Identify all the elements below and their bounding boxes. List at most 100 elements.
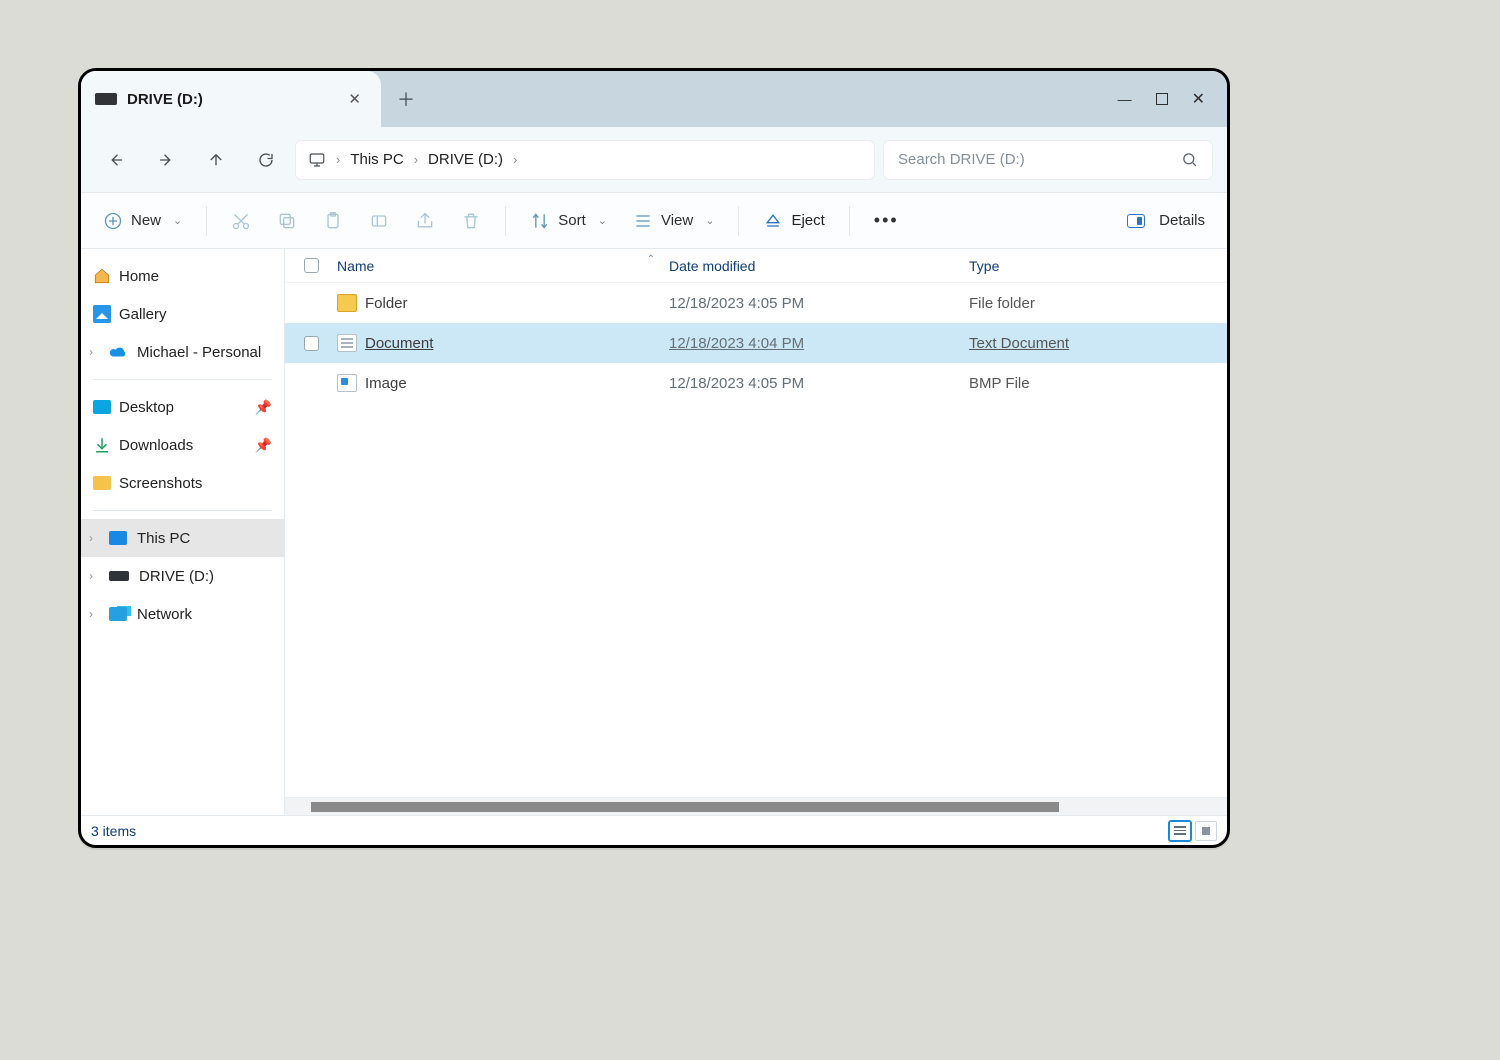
file-row[interactable]: Folder 12/18/2023 4:05 PMFile folder — [285, 283, 1227, 323]
file-date: 12/18/2023 4:05 PM — [669, 375, 969, 392]
new-tab-button[interactable]: ＋ — [381, 71, 431, 127]
eject-icon — [763, 211, 783, 231]
drive-icon — [109, 571, 129, 581]
item-count: 3 items — [91, 823, 136, 839]
details-pane-button[interactable]: Details — [1119, 206, 1213, 235]
copy-button[interactable] — [269, 205, 305, 237]
column-label: Type — [969, 258, 999, 274]
sidebar-item-network[interactable]: › Network — [81, 595, 284, 633]
thumbnails-view-button[interactable] — [1195, 821, 1217, 841]
gallery-icon — [93, 305, 111, 323]
share-button[interactable] — [407, 205, 443, 237]
minimize-button[interactable]: — — [1118, 91, 1132, 107]
chevron-down-icon: ⌄ — [173, 214, 182, 227]
column-label: Name — [337, 258, 374, 274]
maximize-button[interactable] — [1156, 93, 1168, 105]
file-row[interactable]: Document12/18/2023 4:04 PMText Document — [285, 323, 1227, 363]
sidebar-label: This PC — [137, 530, 190, 547]
paste-button[interactable] — [315, 205, 351, 237]
file-list: Name ⌃ Date modified Type Folder 12/18/20… — [285, 249, 1227, 815]
desktop-icon — [93, 400, 111, 414]
sidebar-item-drive[interactable]: › DRIVE (D:) — [81, 557, 284, 595]
sidebar-item-screenshots[interactable]: Screenshots — [81, 464, 284, 502]
chevron-down-icon: ⌄ — [598, 214, 607, 227]
refresh-button[interactable] — [245, 142, 287, 178]
new-button[interactable]: New ⌄ — [95, 205, 190, 237]
file-date: 12/18/2023 4:05 PM — [669, 295, 969, 312]
new-label: New — [131, 212, 161, 229]
row-checkbox[interactable] — [304, 336, 319, 351]
folder-icon — [93, 476, 111, 490]
file-row[interactable]: Image12/18/2023 4:05 PMBMP File — [285, 363, 1227, 403]
sidebar-label: Michael - Personal — [137, 344, 261, 361]
separator — [206, 206, 207, 236]
sidebar-label: Downloads — [119, 437, 193, 454]
breadcrumb-root[interactable]: This PC — [350, 151, 403, 168]
scrollbar-thumb[interactable] — [311, 802, 1059, 812]
sidebar-label: Home — [119, 268, 159, 285]
trash-icon — [461, 211, 481, 231]
sort-button[interactable]: Sort ⌄ — [522, 205, 615, 237]
sidebar-item-this-pc[interactable]: › This PC — [81, 519, 284, 557]
expand-icon[interactable]: › — [89, 531, 93, 545]
pin-icon[interactable]: 📌 — [255, 399, 272, 416]
file-name: Image — [365, 375, 407, 392]
window-controls: — ✕ — [1118, 71, 1227, 127]
sidebar-item-home[interactable]: Home — [81, 257, 284, 295]
tab-title: DRIVE (D:) — [127, 91, 203, 108]
column-name[interactable]: Name ⌃ — [337, 258, 669, 274]
view-toggle — [1169, 821, 1217, 841]
paste-icon — [323, 211, 343, 231]
sidebar-label: DRIVE (D:) — [139, 568, 214, 585]
details-view-button[interactable] — [1169, 821, 1191, 841]
separator — [849, 206, 850, 236]
up-button[interactable] — [195, 142, 237, 178]
column-type[interactable]: Type — [969, 258, 1227, 274]
file-name: Folder — [365, 295, 408, 312]
title-bar: DRIVE (D:) ✕ ＋ — ✕ — [81, 71, 1227, 127]
folder-icon — [337, 294, 357, 312]
tab-active[interactable]: DRIVE (D:) ✕ — [81, 71, 381, 127]
expand-icon[interactable]: › — [89, 607, 93, 621]
sort-asc-icon: ⌃ — [647, 254, 655, 265]
horizontal-scrollbar[interactable] — [285, 797, 1227, 815]
expand-icon[interactable]: › — [89, 345, 93, 359]
body: Home Gallery › Michael - Personal Deskto… — [81, 249, 1227, 815]
more-icon: ••• — [874, 210, 899, 231]
refresh-icon — [257, 151, 275, 169]
rename-button[interactable] — [361, 205, 397, 237]
address-bar[interactable]: › This PC › DRIVE (D:) › — [295, 140, 875, 180]
sidebar-item-onedrive[interactable]: › Michael - Personal — [81, 333, 284, 371]
forward-button[interactable] — [145, 142, 187, 178]
column-headers: Name ⌃ Date modified Type — [285, 249, 1227, 283]
column-date[interactable]: Date modified — [669, 258, 969, 274]
column-label: Date modified — [669, 258, 755, 274]
navigation-pane: Home Gallery › Michael - Personal Deskto… — [81, 249, 285, 815]
sidebar-item-desktop[interactable]: Desktop 📌 — [81, 388, 284, 426]
file-type: File folder — [969, 295, 1227, 312]
sidebar-item-gallery[interactable]: Gallery — [81, 295, 284, 333]
arrow-left-icon — [107, 151, 125, 169]
breadcrumb-leaf[interactable]: DRIVE (D:) — [428, 151, 503, 168]
close-window-button[interactable]: ✕ — [1192, 89, 1205, 109]
delete-button[interactable] — [453, 205, 489, 237]
back-button[interactable] — [95, 142, 137, 178]
view-button[interactable]: View ⌄ — [625, 205, 722, 237]
close-tab-icon[interactable]: ✕ — [348, 90, 361, 108]
rename-icon — [369, 211, 389, 231]
expand-icon[interactable]: › — [89, 569, 93, 583]
eject-button[interactable]: Eject — [755, 205, 832, 237]
more-button[interactable]: ••• — [866, 204, 907, 237]
search-box[interactable]: Search DRIVE (D:) — [883, 140, 1213, 180]
pin-icon[interactable]: 📌 — [255, 437, 272, 454]
file-name: Document — [365, 335, 433, 352]
plus-circle-icon — [103, 211, 123, 231]
pc-icon — [109, 531, 127, 545]
command-bar: New ⌄ Sort ⌄ View ⌄ — [81, 193, 1227, 249]
cut-button[interactable] — [223, 205, 259, 237]
select-all-checkbox[interactable] — [304, 258, 319, 273]
sidebar-item-downloads[interactable]: Downloads 📌 — [81, 426, 284, 464]
separator — [93, 379, 272, 380]
search-placeholder: Search DRIVE (D:) — [898, 151, 1025, 168]
downloads-icon — [93, 436, 111, 454]
